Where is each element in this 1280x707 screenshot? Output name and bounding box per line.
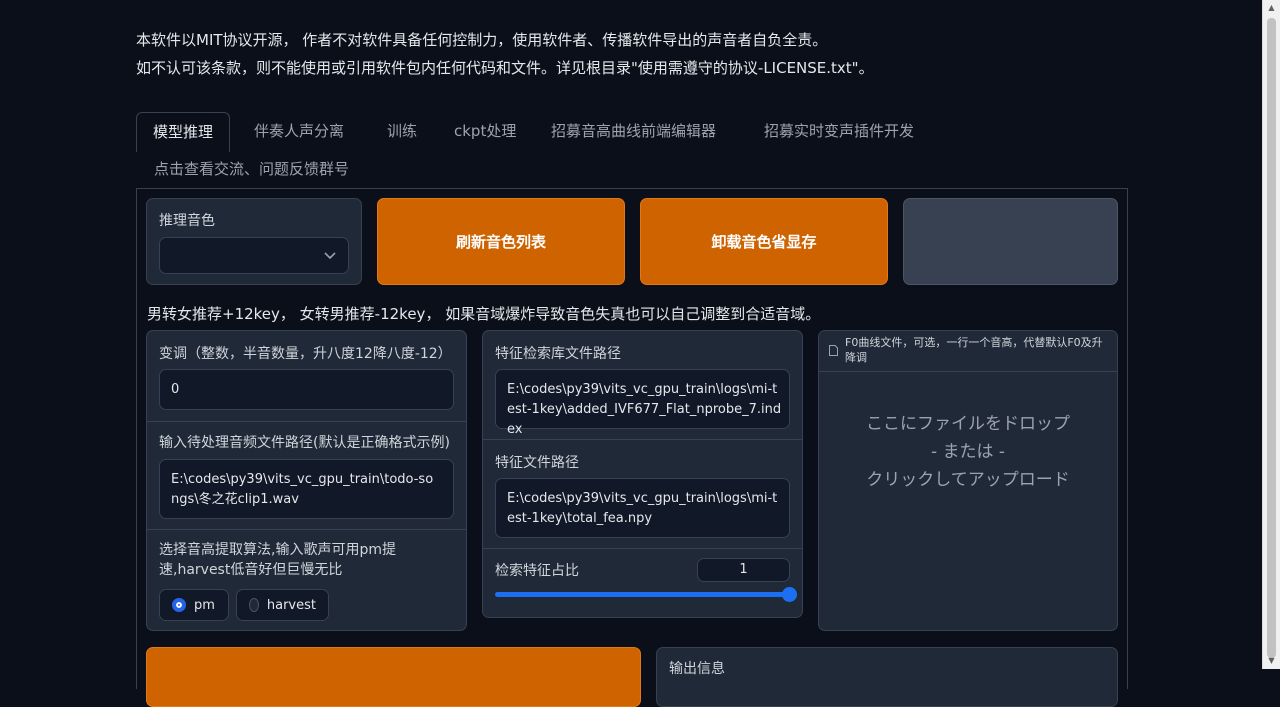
radio-selected-icon	[172, 598, 186, 612]
refresh-voices-button[interactable]: 刷新音色列表	[377, 198, 625, 285]
middle-settings-block: 特征检索库文件路径 E:\codes\py39\vits_vc_gpu_trai…	[482, 330, 803, 618]
transpose-input[interactable]: 0	[159, 369, 454, 410]
drop-text-line2: - または -	[930, 442, 1006, 462]
transpose-input-value: 0	[171, 382, 180, 397]
ratio-number-input[interactable]: 1	[697, 558, 790, 582]
scroll-thumb[interactable]	[1267, 18, 1276, 658]
transpose-label: 变调（整数，半音数量，升八度12降八度-12）	[159, 346, 452, 362]
tab-inference[interactable]: 模型推理	[136, 112, 231, 152]
index-path-value: E:\codes\py39\vits_vc_gpu_train\logs\mi-…	[507, 382, 782, 437]
license-notice-line2: 如不认可该条款，则不能使用或引用软件包内任何代码和文件。详见根目录"使用需遵守的…	[136, 59, 874, 77]
voice-select-block: 推理音色	[146, 198, 362, 285]
index-path-label: 特征检索库文件路径	[495, 346, 621, 362]
voice-select-label: 推理音色	[159, 213, 215, 229]
input-path-field[interactable]: E:\codes\py39\vits_vc_gpu_train\todo-son…	[159, 459, 454, 519]
feature-path-field[interactable]: E:\codes\py39\vits_vc_gpu_train\logs\mi-…	[495, 478, 790, 538]
f0-file-header: F0曲线文件，可选，一行一个音高，代替默认F0及升降调	[819, 331, 1117, 372]
input-path-label: 输入待处理音频文件路径(默认是正确格式示例)	[159, 435, 450, 451]
tab-community[interactable]: 点击查看交流、问题反馈群号	[154, 150, 349, 188]
divider	[147, 529, 466, 530]
drop-text-line3: クリックしてアップロード	[866, 470, 1070, 490]
unload-voice-button[interactable]: 卸载音色省显存	[640, 198, 888, 285]
scroll-up-arrow-icon[interactable]: ▲	[1263, 0, 1280, 16]
left-settings-block: 变调（整数，半音数量，升八度12降八度-12） 0 输入待处理音频文件路径(默认…	[146, 330, 467, 631]
divider	[483, 548, 802, 549]
file-icon	[829, 345, 838, 356]
voice-select[interactable]	[159, 237, 349, 274]
f0-method-label: 选择音高提取算法,输入歌声可用pm提速,harvest低音好但巨慢无比	[159, 542, 396, 578]
f0-file-upload-block: F0曲线文件，可选，一行一个音高，代替默认F0及升降调 ここにファイルをドロップ…	[818, 330, 1118, 631]
page-scrollbar[interactable]: ▲ ▼	[1262, 0, 1280, 669]
radio-harvest[interactable]: harvest	[236, 589, 329, 621]
ratio-label: 检索特征占比	[495, 563, 579, 579]
drop-text-line1: ここにファイルをドロップ	[866, 414, 1070, 434]
chevron-down-icon	[324, 252, 336, 260]
empty-secondary-button[interactable]	[903, 198, 1118, 285]
tab-vocal-separation[interactable]: 伴奏人声分离	[254, 112, 344, 150]
scroll-down-arrow-icon[interactable]: ▼	[1263, 653, 1280, 669]
convert-button[interactable]	[146, 647, 641, 707]
index-path-field[interactable]: E:\codes\py39\vits_vc_gpu_train\logs\mi-…	[495, 369, 790, 437]
f0-file-label: F0曲线文件，可选，一行一个音高，代替默认F0及升降调	[845, 336, 1103, 364]
divider	[483, 439, 802, 440]
input-path-value: E:\codes\py39\vits_vc_gpu_train\todo-son…	[171, 472, 434, 507]
tab-training[interactable]: 训练	[387, 112, 417, 150]
tab-ckpt[interactable]: ckpt处理	[454, 112, 516, 150]
inference-panel: 推理音色 刷新音色列表 卸载音色省显存 男转女推荐+12key， 女转男推荐-1…	[136, 188, 1128, 707]
output-info-block: 输出信息	[656, 647, 1118, 707]
feature-path-value: E:\codes\py39\vits_vc_gpu_train\logs\mi-…	[507, 491, 778, 526]
output-info-label: 输出信息	[669, 661, 725, 677]
license-notice: 本软件以MIT协议开源， 作者不对软件具备任何控制力，使用软件者、传播软件导出的…	[136, 26, 874, 82]
radio-unselected-icon	[249, 598, 259, 612]
tab-pitch-editor[interactable]: 招募音高曲线前端编辑器	[551, 112, 716, 150]
feature-path-label: 特征文件路径	[495, 455, 579, 471]
file-drop-zone[interactable]: ここにファイルをドロップ - または - クリックしてアップロード	[819, 372, 1117, 630]
tab-realtime-plugin[interactable]: 招募实时变声插件开发	[764, 112, 914, 150]
license-notice-line1: 本软件以MIT协议开源， 作者不对软件具备任何控制力，使用软件者、传播软件导出的…	[136, 31, 828, 49]
transpose-hint: 男转女推荐+12key， 女转男推荐-12key， 如果音域爆炸导致音色失真也可…	[147, 305, 821, 323]
ratio-slider-track[interactable]	[495, 587, 797, 602]
divider	[147, 421, 466, 422]
ratio-slider-thumb[interactable]	[782, 587, 797, 602]
radio-harvest-label: harvest	[266, 597, 316, 613]
radio-pm[interactable]: pm	[159, 589, 229, 621]
radio-pm-label: pm	[194, 597, 215, 613]
ratio-slider-fill	[495, 592, 790, 597]
